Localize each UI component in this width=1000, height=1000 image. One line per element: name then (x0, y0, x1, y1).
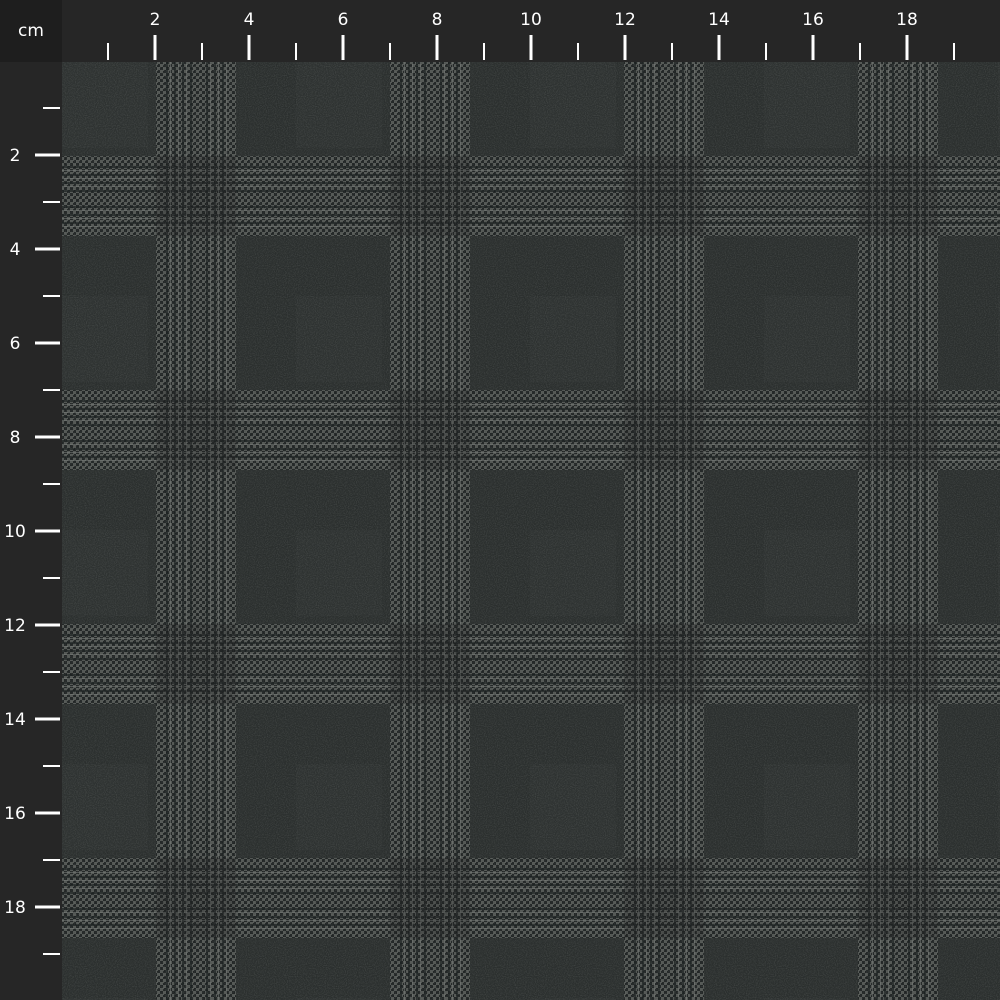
top-ruler-label: 2 (150, 10, 161, 30)
top-ruler-label: 12 (614, 10, 636, 30)
left-ruler-label: 4 (10, 240, 21, 260)
top-ruler-label: 14 (708, 10, 730, 30)
left-ruler-label: 18 (4, 898, 26, 918)
top-ruler: 2 4 6 8 10 12 14 16 18 (62, 0, 1000, 62)
left-ruler-label: 14 (4, 710, 26, 730)
left-ruler-label: 12 (4, 616, 26, 636)
left-ruler-scale: 2 4 6 8 10 12 14 16 18 (4, 107, 60, 955)
ruler-unit-label: cm (18, 21, 44, 41)
top-ruler-label: 18 (896, 10, 918, 30)
left-ruler-label: 10 (4, 522, 26, 542)
top-ruler-label: 6 (338, 10, 349, 30)
left-ruler-label: 6 (10, 334, 21, 354)
fabric-swatch (62, 62, 1000, 1000)
left-ruler-label: 2 (10, 146, 21, 166)
left-ruler-label: 16 (4, 804, 26, 824)
top-ruler-label: 10 (520, 10, 542, 30)
left-ruler: 2 4 6 8 10 12 14 16 18 (0, 62, 62, 1000)
left-ruler-label: 8 (10, 428, 21, 448)
top-ruler-scale: 2 4 6 8 10 12 14 16 18 (107, 10, 955, 60)
top-ruler-label: 4 (244, 10, 255, 30)
top-ruler-label: 8 (432, 10, 443, 30)
ruler-corner: cm (0, 0, 62, 62)
glen-check-fabric (62, 62, 1000, 1000)
top-ruler-label: 16 (802, 10, 824, 30)
